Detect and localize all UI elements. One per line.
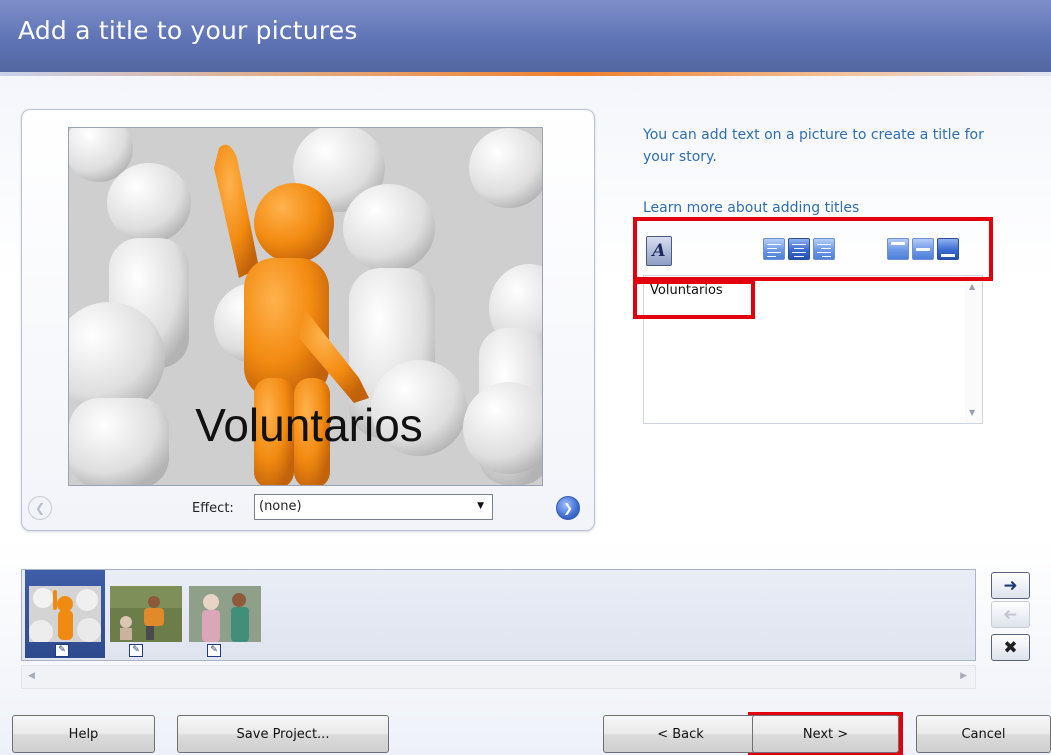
delete-icon: ✖ <box>1003 637 1018 658</box>
align-center-button[interactable] <box>788 238 810 260</box>
thumbnail-image <box>29 586 101 642</box>
font-button[interactable]: A <box>646 236 672 266</box>
align-center-icon <box>792 244 806 245</box>
align-right-icon <box>817 244 831 245</box>
chevron-right-icon: ❯ <box>562 501 574 515</box>
thumbnail-image <box>110 586 182 642</box>
align-right-icon-line <box>821 248 831 249</box>
title-caption: Voluntarios <box>195 399 423 451</box>
move-right-icon: ➜ <box>1003 575 1018 596</box>
help-button[interactable]: Help <box>12 715 155 753</box>
picture-preview-panel: Voluntarios ❮ Effect: (none) ▼ ❯ <box>21 109 595 531</box>
thumbnail-picture-2[interactable]: ✎ <box>106 570 186 658</box>
position-top-icon <box>891 242 905 245</box>
align-left-icon <box>767 244 781 245</box>
next-picture-button[interactable]: ❯ <box>556 496 580 520</box>
font-icon: A <box>652 241 666 261</box>
thumbnail-3-art <box>189 586 261 642</box>
position-top-button[interactable] <box>887 238 909 260</box>
scroll-right-icon[interactable]: ▶ <box>960 671 967 681</box>
align-center-icon-line <box>794 256 804 257</box>
back-button[interactable]: < Back <box>603 715 758 753</box>
remove-picture-button[interactable]: ✖ <box>991 634 1030 661</box>
picture-filmstrip: ✎ ✎ ✎ <box>21 569 976 661</box>
title-text-box[interactable]: Voluntarios ▲ ▼ <box>643 275 983 424</box>
align-center-icon-line <box>792 252 806 253</box>
align-right-button[interactable] <box>813 238 835 260</box>
learn-more-link[interactable]: Learn more about adding titles <box>643 200 859 216</box>
title-format-toolbar: A <box>643 234 983 272</box>
position-bottom-icon <box>941 254 955 257</box>
scroll-down-icon[interactable]: ▼ <box>969 408 975 417</box>
filmstrip-scrollbar[interactable]: ◀ ▶ <box>21 665 976 689</box>
align-left-icon-line <box>767 252 781 253</box>
align-left-icon-line <box>767 248 777 249</box>
title-bar: Add a title to your pictures <box>0 0 1051 72</box>
thumbnail-picture-1[interactable]: ✎ <box>25 570 105 658</box>
align-left-button[interactable] <box>763 238 785 260</box>
position-middle-button[interactable] <box>912 238 934 260</box>
text-scrollbar[interactable]: ▲ ▼ <box>965 276 982 423</box>
effect-dropdown[interactable]: (none) ▼ <box>254 494 493 520</box>
align-left-icon-line <box>767 256 776 257</box>
effect-value: (none) <box>259 499 302 514</box>
move-picture-left-button[interactable]: ➜ <box>991 601 1030 628</box>
thumbnail-image <box>189 586 261 642</box>
thumbnail-2-art <box>110 586 182 642</box>
position-bottom-button[interactable] <box>937 238 959 260</box>
chevron-down-icon: ▼ <box>477 501 484 511</box>
edit-icon[interactable]: ✎ <box>55 644 69 657</box>
next-button[interactable]: Next > <box>752 715 899 753</box>
title-text-value: Voluntarios <box>650 283 723 298</box>
move-picture-right-button[interactable]: ➜ <box>991 572 1030 599</box>
effect-label: Effect: <box>192 501 234 516</box>
thumbnail-1-art <box>29 586 101 642</box>
align-right-icon-line <box>822 256 831 257</box>
previous-picture-button[interactable]: ❮ <box>28 496 52 520</box>
thumbnail-picture-3[interactable]: ✎ <box>185 570 265 658</box>
align-right-icon-line <box>817 252 831 253</box>
scroll-up-icon[interactable]: ▲ <box>969 282 975 291</box>
move-left-icon: ➜ <box>1003 604 1018 625</box>
save-project-button[interactable]: Save Project... <box>177 715 389 753</box>
preview-picture: Voluntarios <box>68 127 543 486</box>
scroll-left-icon[interactable]: ◀ <box>28 671 35 681</box>
cancel-button[interactable]: Cancel <box>916 715 1051 753</box>
instructions-text: You can add text on a picture to create … <box>643 127 984 165</box>
chevron-left-icon: ❮ <box>34 501 46 515</box>
page-title: Add a title to your pictures <box>18 16 358 45</box>
align-center-icon-line <box>794 248 804 249</box>
edit-icon[interactable]: ✎ <box>207 644 221 657</box>
edit-icon[interactable]: ✎ <box>129 644 143 657</box>
position-middle-icon <box>916 248 930 251</box>
